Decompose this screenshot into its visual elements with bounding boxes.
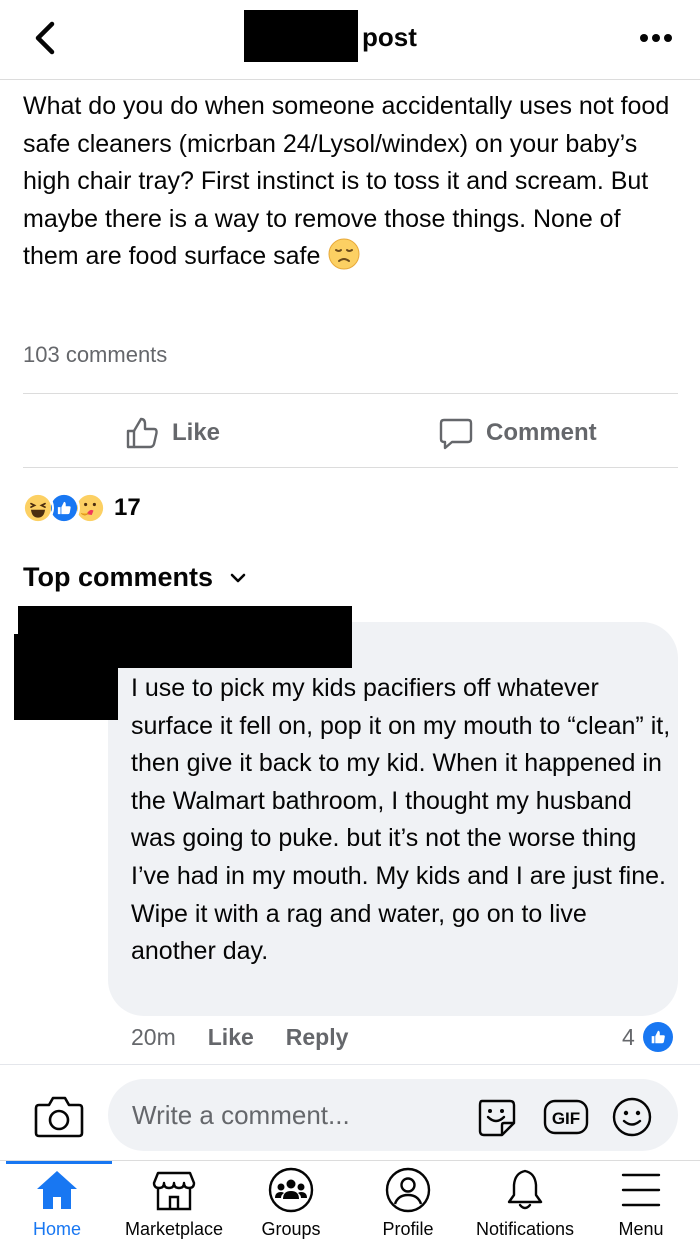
comment-reply-button[interactable]: Reply	[286, 1024, 349, 1051]
chevron-left-icon	[35, 21, 55, 55]
haha-reaction-icon	[22, 492, 54, 524]
sad-face-emoji-icon	[328, 238, 360, 270]
divider	[23, 467, 678, 468]
comment-bubble-icon	[439, 418, 473, 450]
back-button[interactable]	[26, 18, 66, 58]
like-button[interactable]: Like	[124, 412, 220, 454]
divider	[23, 393, 678, 394]
comment-like-button[interactable]: Like	[208, 1024, 254, 1051]
comment-text: I use to pick my kids pacifiers off what…	[131, 674, 671, 966]
comment-count-link[interactable]: 103 comments	[23, 342, 167, 368]
tab-profile[interactable]: Profile	[343, 1167, 473, 1240]
camera-button[interactable]	[34, 1093, 84, 1139]
tab-home[interactable]: Home	[0, 1167, 122, 1240]
more-options-button[interactable]	[638, 26, 674, 50]
comment-label: Comment	[486, 419, 597, 446]
tab-label: Notifications	[475, 1219, 575, 1239]
top-comments-filter[interactable]: Top comments	[23, 562, 249, 593]
sticker-icon	[478, 1099, 516, 1137]
menu-icon	[621, 1173, 661, 1207]
post-body: What do you do when someone accidentally…	[23, 88, 683, 276]
top-comments-heading: Top comments	[23, 562, 214, 592]
reaction-count: 17	[114, 494, 141, 521]
gif-button[interactable]: GIF	[542, 1095, 590, 1139]
like-badge-icon	[642, 1022, 673, 1052]
more-dots-icon	[640, 34, 672, 42]
top-bar: post	[0, 0, 700, 80]
tab-notifications[interactable]: Notifications	[460, 1167, 590, 1240]
comment-button[interactable]: Comment	[438, 412, 597, 454]
redacted-name-block	[244, 10, 358, 62]
page-title: post	[362, 22, 417, 52]
camera-icon	[34, 1096, 84, 1138]
tab-label: Profile	[382, 1219, 434, 1239]
tab-groups[interactable]: Groups	[226, 1167, 356, 1240]
chevron-down-icon	[230, 573, 246, 582]
tab-menu[interactable]: Menu	[576, 1167, 700, 1240]
groups-icon	[268, 1167, 314, 1213]
comment-like-number: 4	[622, 1023, 635, 1050]
comment-timestamp: 20m	[131, 1024, 176, 1050]
tab-label: Groups	[261, 1219, 321, 1239]
svg-text:GIF: GIF	[552, 1109, 580, 1128]
profile-icon	[385, 1167, 431, 1213]
marketplace-icon	[152, 1171, 196, 1211]
comment-actions: 20m Like Reply	[131, 1024, 348, 1051]
bell-icon	[507, 1169, 543, 1210]
reactions-summary[interactable]: 17	[22, 490, 141, 526]
comment-like-count[interactable]: 4	[622, 1022, 673, 1052]
comment-composer: GIF	[0, 1064, 700, 1160]
gif-icon: GIF	[543, 1099, 589, 1135]
like-label: Like	[172, 419, 221, 446]
tab-label: Home	[32, 1219, 81, 1239]
bottom-tab-bar: Home Marketplace Groups Profile Notifica…	[0, 1160, 700, 1245]
emoji-button[interactable]	[610, 1095, 654, 1139]
comment-input[interactable]	[108, 1079, 678, 1151]
smiley-icon	[612, 1097, 652, 1137]
tab-label: Marketplace	[124, 1219, 224, 1239]
thumbs-up-icon	[126, 417, 158, 449]
active-tab-indicator	[6, 1161, 112, 1164]
tab-marketplace[interactable]: Marketplace	[109, 1167, 239, 1240]
redacted-avatar	[14, 634, 118, 720]
tab-label: Menu	[618, 1219, 664, 1239]
home-icon	[37, 1171, 77, 1209]
sticker-button[interactable]	[474, 1095, 518, 1139]
